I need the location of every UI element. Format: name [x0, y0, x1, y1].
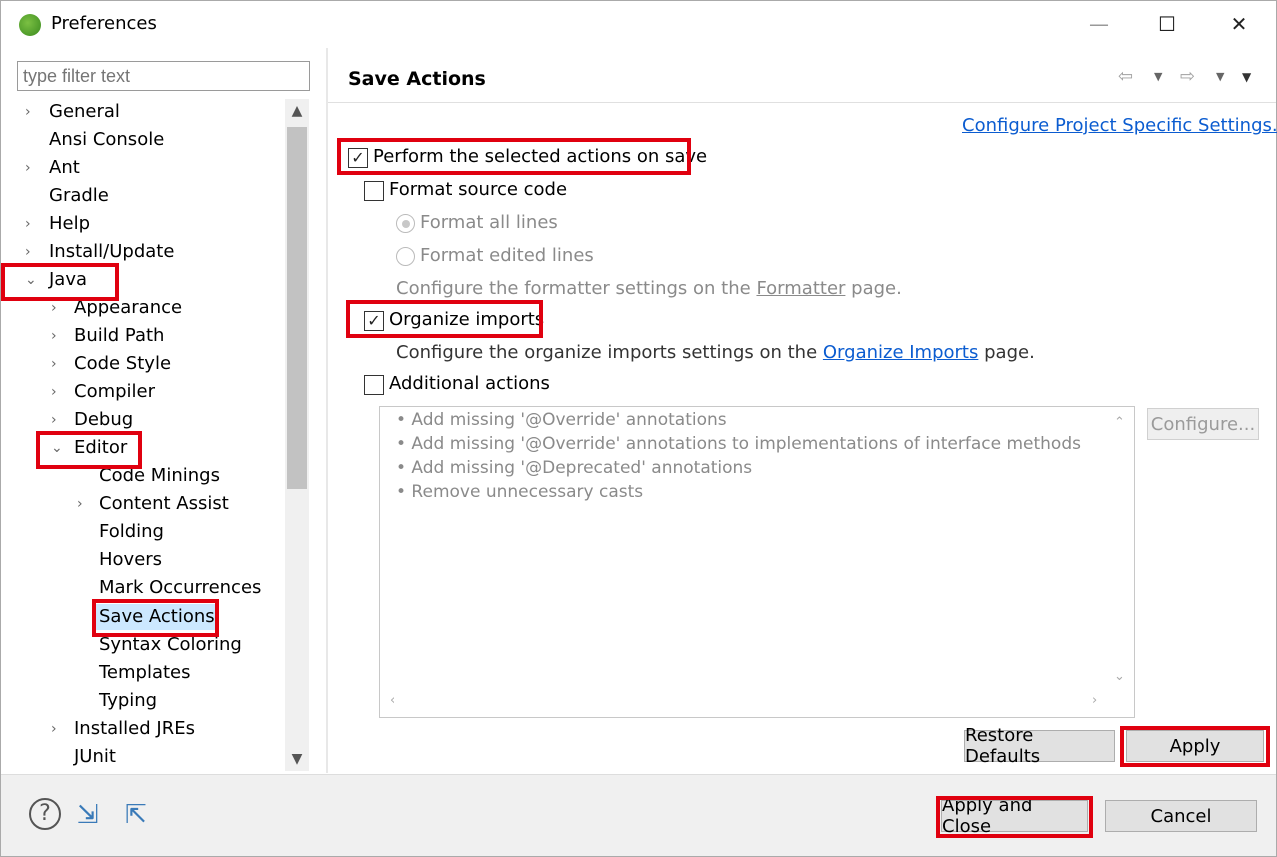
preference-tree: › General Ansi Console › Ant Gradle › He…: [17, 99, 285, 771]
help-icon[interactable]: ?: [29, 798, 61, 830]
format-source-checkbox[interactable]: [364, 181, 384, 201]
list-scroll-up-icon[interactable]: ⌃: [1114, 415, 1125, 430]
tree-item-syntax-coloring[interactable]: Syntax Coloring: [99, 632, 242, 658]
list-item: • Remove unnecessary casts: [396, 482, 644, 502]
format-source-label: Format source code: [389, 179, 568, 200]
tree-item-compiler[interactable]: Compiler: [74, 379, 155, 405]
expand-icon[interactable]: ›: [25, 99, 31, 125]
tree-item-ansi-console[interactable]: Ansi Console: [49, 127, 164, 153]
collapse-icon[interactable]: ⌄: [25, 267, 37, 293]
list-scroll-left-icon[interactable]: ‹: [390, 693, 395, 708]
organize-imports-checkbox[interactable]: ✓: [364, 311, 384, 331]
scroll-down-icon[interactable]: ▼: [285, 751, 309, 767]
organize-imports-label: Organize imports: [389, 309, 545, 330]
tree-item-build-path[interactable]: Build Path: [74, 323, 164, 349]
perform-actions-checkbox[interactable]: ✓: [348, 148, 368, 168]
forward-menu-icon[interactable]: ▼: [1216, 70, 1224, 83]
back-menu-icon[interactable]: ▼: [1154, 70, 1162, 83]
formatter-link[interactable]: Formatter: [756, 278, 845, 299]
additional-actions-checkbox[interactable]: [364, 375, 384, 395]
tree-item-editor[interactable]: Editor: [74, 435, 127, 461]
maximize-button[interactable]: ☐: [1147, 9, 1187, 39]
window-title: Preferences: [51, 13, 157, 34]
view-menu-icon[interactable]: ▼: [1242, 70, 1251, 84]
perform-actions-label: Perform the selected actions on save: [373, 146, 708, 167]
scroll-up-icon[interactable]: ▲: [285, 103, 309, 119]
expand-icon[interactable]: ›: [51, 351, 57, 377]
format-edited-lines-label: Format edited lines: [420, 245, 594, 266]
expand-icon[interactable]: ›: [25, 211, 31, 237]
expand-icon[interactable]: ›: [51, 295, 57, 321]
configure-project-settings-link[interactable]: Configure Project Specific Settings...: [962, 115, 1277, 136]
tree-item-save-actions[interactable]: Save Actions: [95, 604, 219, 630]
list-item: • Add missing '@Override' annotations to…: [396, 434, 1081, 454]
tree-item-gradle[interactable]: Gradle: [49, 183, 109, 209]
cancel-button[interactable]: Cancel: [1105, 800, 1257, 832]
tree-item-help[interactable]: Help: [49, 211, 90, 237]
organize-imports-hint: Configure the organize imports settings …: [396, 342, 1035, 363]
list-item: • Add missing '@Override' annotations: [396, 410, 727, 430]
tree-item-templates[interactable]: Templates: [99, 660, 191, 686]
tree-item-java[interactable]: Java: [49, 267, 87, 293]
tree-item-code-minings[interactable]: Code Minings: [99, 463, 220, 489]
back-arrow-icon[interactable]: ⇦: [1118, 66, 1133, 87]
expand-icon[interactable]: ›: [51, 407, 57, 433]
tree-item-mark-occurrences[interactable]: Mark Occurrences: [99, 575, 261, 601]
format-edited-lines-radio[interactable]: [396, 247, 415, 266]
formatter-hint: Configure the formatter settings on the …: [396, 278, 902, 299]
filter-input[interactable]: [17, 61, 310, 91]
tree-item-content-assist[interactable]: Content Assist: [99, 491, 229, 517]
apply-and-close-button[interactable]: Apply and Close: [941, 795, 1088, 837]
expand-icon[interactable]: ›: [25, 155, 31, 181]
title-bar: Preferences — ☐ ✕: [1, 1, 1276, 48]
panel-divider[interactable]: [326, 48, 328, 773]
tree-item-code-style[interactable]: Code Style: [74, 351, 171, 377]
expand-icon[interactable]: ›: [51, 323, 57, 349]
tree-item-installed-jres[interactable]: Installed JREs: [74, 716, 195, 742]
restore-defaults-button[interactable]: Restore Defaults: [964, 725, 1115, 767]
expand-icon[interactable]: ›: [51, 379, 57, 405]
export-icon[interactable]: ⇱: [125, 800, 147, 830]
import-icon[interactable]: ⇲: [77, 800, 99, 830]
configure-button[interactable]: Configure...: [1147, 408, 1259, 440]
tree-item-typing[interactable]: Typing: [99, 688, 157, 714]
close-button[interactable]: ✕: [1219, 9, 1259, 39]
tree-item-junit[interactable]: JUnit: [74, 744, 116, 770]
page-header: Save Actions ⇦ ▼ ⇨ ▼ ▼: [328, 48, 1276, 103]
organize-hint-prefix: Configure the organize imports settings …: [396, 342, 818, 363]
formatter-hint-suffix: page.: [851, 278, 902, 299]
tree-item-hovers[interactable]: Hovers: [99, 547, 162, 573]
forward-arrow-icon[interactable]: ⇨: [1180, 66, 1195, 87]
organize-imports-link[interactable]: Organize Imports: [823, 342, 978, 363]
tree-item-install-update[interactable]: Install/Update: [49, 239, 174, 265]
tree-item-folding[interactable]: Folding: [99, 519, 164, 545]
organize-hint-suffix: page.: [984, 342, 1035, 363]
format-all-lines-label: Format all lines: [420, 212, 558, 233]
tree-item-appearance[interactable]: Appearance: [74, 295, 182, 321]
list-scroll-right-icon[interactable]: ›: [1092, 693, 1097, 708]
expand-icon[interactable]: ›: [77, 491, 83, 517]
additional-actions-list[interactable]: • Add missing '@Override' annotations • …: [379, 406, 1135, 718]
tree-scrollbar-thumb[interactable]: [287, 127, 307, 489]
format-all-lines-radio[interactable]: [396, 214, 415, 233]
apply-button[interactable]: Apply: [1126, 730, 1264, 762]
list-item: • Add missing '@Deprecated' annotations: [396, 458, 753, 478]
page-title: Save Actions: [348, 68, 486, 90]
minimize-button[interactable]: —: [1079, 9, 1119, 39]
collapse-icon[interactable]: ⌄: [51, 435, 63, 461]
tree-item-ant[interactable]: Ant: [49, 155, 80, 181]
list-scroll-down-icon[interactable]: ⌄: [1114, 669, 1125, 684]
spring-leaf-icon: [19, 14, 41, 36]
tree-item-general[interactable]: General: [49, 99, 120, 125]
tree-item-debug[interactable]: Debug: [74, 407, 133, 433]
preferences-window: Preferences — ☐ ✕ › General Ansi Console…: [0, 0, 1277, 857]
expand-icon[interactable]: ›: [51, 716, 57, 742]
additional-actions-label: Additional actions: [389, 373, 550, 394]
expand-icon[interactable]: ›: [25, 239, 31, 265]
formatter-hint-prefix: Configure the formatter settings on the: [396, 278, 751, 299]
